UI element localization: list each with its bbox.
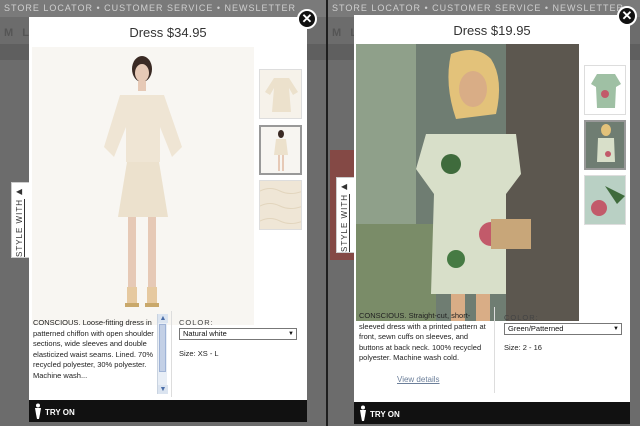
close-button[interactable]: ✕ (617, 6, 637, 26)
arrow-left-icon: ◀ (16, 187, 23, 196)
thumbnail-dress-flat[interactable] (584, 65, 626, 115)
product-title: Dress $34.95 (129, 25, 207, 40)
person-icon (35, 403, 41, 419)
thumbnail-fabric-detail[interactable] (259, 180, 302, 230)
product-description: CONSCIOUS. Loose-fitting dress in patter… (33, 318, 154, 380)
product-quickview-modal: Dress $19.95 ✕ CONSCIOUS. Straight-cut, … (354, 6, 637, 424)
scroll-down-icon[interactable]: ▼ (158, 385, 168, 394)
close-button[interactable]: ✕ (297, 9, 317, 29)
color-select[interactable]: Green/Patterned ▼ (504, 323, 622, 335)
person-icon (360, 405, 366, 421)
chevron-down-icon: ▼ (288, 331, 294, 337)
thumbnail-model[interactable] (584, 120, 626, 170)
close-icon: ✕ (621, 8, 633, 23)
try-on-label: TRY ON (45, 408, 75, 417)
thumbnail-print-detail[interactable] (584, 175, 626, 225)
chevron-down-icon: ▼ (613, 326, 619, 332)
view-details-link[interactable]: View details (397, 375, 440, 384)
product-title: Dress $19.95 (453, 23, 531, 38)
scroll-up-icon[interactable]: ▲ (158, 314, 168, 323)
style-with-label: STYLE WITH (340, 194, 349, 253)
close-icon: ✕ (301, 11, 313, 26)
arrow-left-icon: ◀ (341, 182, 348, 191)
color-select[interactable]: Natural white ▼ (179, 328, 297, 340)
scrollbar-thumb[interactable] (159, 324, 166, 372)
product-quickview-modal: Dress $34.95 ✕ CONSCIOUS. Loose-fitting … (29, 9, 317, 422)
color-label: COLOR: (179, 318, 214, 327)
thumbnail-model[interactable] (259, 125, 302, 175)
thumbnail-dress-flat[interactable] (259, 69, 302, 119)
model-patterned-dress-image (356, 44, 579, 321)
product-description: CONSCIOUS. Straight-cut, short-sleeved d… (359, 311, 486, 362)
style-with-tab[interactable]: ◀ STYLE WITH (11, 182, 30, 258)
background-top-nav: STORE LOCATOR • CUSTOMER SERVICE • NEWSL… (0, 0, 326, 17)
product-main-image (356, 44, 579, 321)
modal-footer: TRY ON (29, 400, 307, 422)
color-select-value: Green/Patterned (508, 324, 564, 333)
try-on-label: TRY ON (370, 410, 400, 419)
product-main-image (32, 47, 254, 325)
modal-footer: TRY ON (354, 402, 630, 424)
style-with-label: STYLE WITH (15, 199, 24, 258)
info-divider (494, 307, 495, 393)
description-scrollbar[interactable]: ▲ ▼ (157, 314, 168, 394)
screenshot-root: STORE LOCATOR • CUSTOMER SERVICE • NEWSL… (0, 0, 640, 426)
size-range: Size: XS - L (179, 349, 219, 358)
color-label: COLOR: (504, 313, 539, 322)
screenshot-divider (326, 0, 328, 426)
model-white-dress-image (32, 47, 254, 325)
style-with-tab[interactable]: ◀ STYLE WITH (336, 177, 355, 253)
info-divider (171, 311, 172, 397)
size-range: Size: 2 - 16 (504, 343, 542, 352)
color-select-value: Natural white (183, 329, 227, 338)
